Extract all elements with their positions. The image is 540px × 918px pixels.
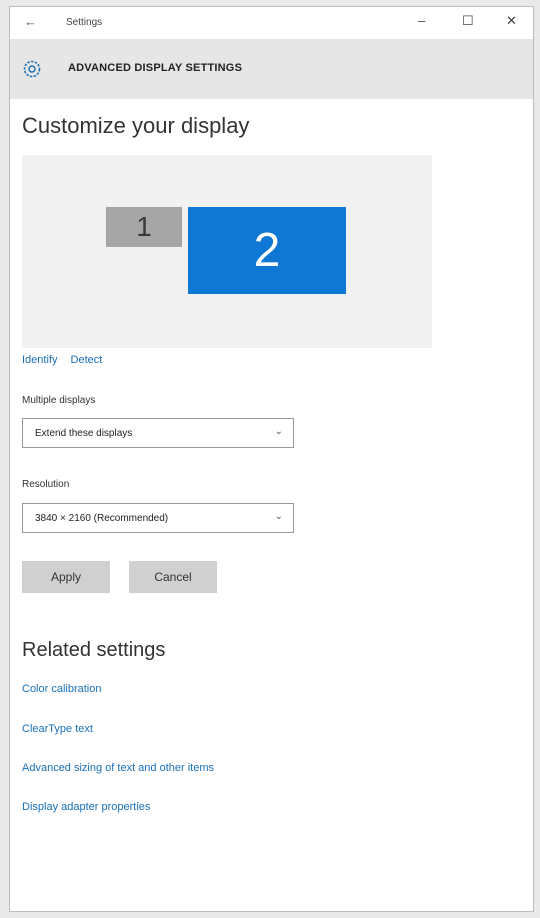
page-header: ADVANCED DISPLAY SETTINGS xyxy=(10,39,533,99)
monitor-arrangement: 1 2 xyxy=(22,155,432,348)
color-calibration-link[interactable]: Color calibration xyxy=(22,683,101,695)
chevron-down-icon: ⌄ xyxy=(274,426,283,437)
customize-heading: Customize your display xyxy=(22,113,250,138)
gear-icon xyxy=(23,60,41,78)
chevron-down-icon: ⌄ xyxy=(274,511,283,522)
resolution-label: Resolution xyxy=(22,479,70,490)
monitor-links: Identify Detect xyxy=(22,354,112,366)
app-title: Settings xyxy=(66,17,103,28)
monitor-1[interactable]: 1 xyxy=(106,207,182,247)
multiple-displays-dropdown[interactable]: Extend these displays ⌄ xyxy=(22,418,294,448)
title-bar: ← Settings – ☐ ✕ xyxy=(10,7,533,39)
resolution-dropdown[interactable]: 3840 × 2160 (Recommended) ⌄ xyxy=(22,503,294,533)
resolution-value: 3840 × 2160 (Recommended) xyxy=(35,513,169,524)
multiple-displays-label: Multiple displays xyxy=(22,395,96,406)
back-arrow-icon[interactable]: ← xyxy=(24,14,37,29)
detect-link[interactable]: Detect xyxy=(71,354,103,366)
advanced-sizing-link[interactable]: Advanced sizing of text and other items xyxy=(22,762,214,774)
cancel-button[interactable]: Cancel xyxy=(129,561,217,593)
apply-button[interactable]: Apply xyxy=(22,561,110,593)
minimize-button[interactable]: – xyxy=(418,13,425,28)
multiple-displays-value: Extend these displays xyxy=(35,428,133,439)
settings-window: ← Settings – ☐ ✕ ADVANCED DISPLAY SETTIN… xyxy=(9,6,534,912)
related-settings-heading: Related settings xyxy=(22,639,166,661)
identify-link[interactable]: Identify xyxy=(22,354,57,366)
close-button[interactable]: ✕ xyxy=(506,13,517,29)
maximize-button[interactable]: ☐ xyxy=(462,13,474,29)
cleartype-text-link[interactable]: ClearType text xyxy=(22,723,93,735)
display-adapter-properties-link[interactable]: Display adapter properties xyxy=(22,801,150,813)
monitor-2[interactable]: 2 xyxy=(188,207,346,294)
page-title: ADVANCED DISPLAY SETTINGS xyxy=(68,62,243,74)
